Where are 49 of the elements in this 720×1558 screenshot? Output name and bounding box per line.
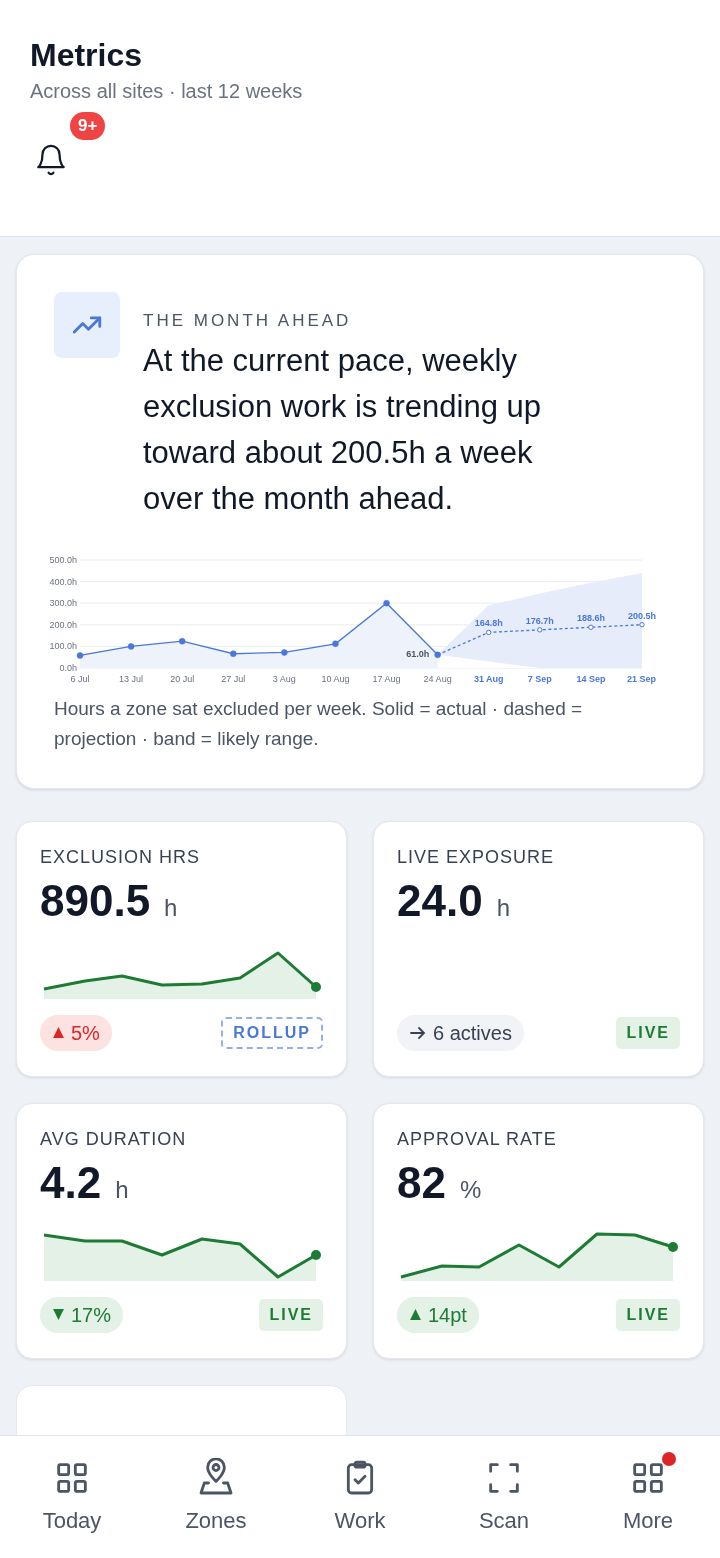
page-title: Metrics bbox=[30, 36, 143, 74]
axis-label: 7 Sep bbox=[527, 673, 552, 684]
axis-label: 13 Jul bbox=[119, 673, 144, 684]
forecast-headline: At the current pace, weekly exclusion work is trending up toward about 200.5h a week over the month ahead. bbox=[143, 341, 543, 518]
axis-label: 31 Aug bbox=[473, 673, 504, 684]
notification-badge: 9+ bbox=[70, 112, 106, 140]
axis-label: 21 Sep bbox=[626, 673, 656, 684]
metric-label: LIVE EXPOSURE bbox=[397, 845, 555, 868]
status-badge: ROLLUP bbox=[221, 1016, 323, 1049]
value-label: 200.5h bbox=[627, 610, 656, 621]
axis-label: 300.0h bbox=[49, 597, 77, 608]
axis-label: 500.0h bbox=[49, 554, 77, 565]
status-badge: LIVE bbox=[616, 1298, 680, 1331]
metric-label: EXCLUSION HRS bbox=[40, 845, 201, 868]
metric-value: 24.0 bbox=[397, 874, 483, 927]
metric-value: 890.5 bbox=[40, 874, 151, 927]
status-badge: LIVE bbox=[616, 1016, 680, 1049]
axis-label: 17 Aug bbox=[372, 673, 401, 684]
trend-value: 17% bbox=[71, 1302, 112, 1328]
card-eyebrow: THE MONTH AHEAD bbox=[143, 310, 352, 332]
metric-unit: h bbox=[496, 892, 510, 923]
axis-label: 400.0h bbox=[49, 576, 77, 587]
axis-label: 14 Sep bbox=[576, 673, 606, 684]
axis-label: 27 Jul bbox=[221, 673, 246, 684]
value-label: 61.0h bbox=[406, 648, 430, 659]
metric-value: 4.2 bbox=[40, 1156, 102, 1209]
metric-value: 82 bbox=[397, 1156, 446, 1209]
trend-value: 6 actives bbox=[433, 1020, 512, 1046]
page-subtitle: Across all sites · last 12 weeks bbox=[30, 79, 303, 104]
trend-value: 14pt bbox=[428, 1302, 467, 1328]
value-label: 188.6h bbox=[576, 612, 605, 623]
metric-label: APPROVAL RATE bbox=[397, 1127, 557, 1150]
metric-unit: % bbox=[459, 1174, 482, 1205]
axis-label: 6 Jul bbox=[70, 673, 90, 684]
metric-label: AVG DURATION bbox=[40, 1127, 187, 1150]
axis-label: 200.0h bbox=[49, 619, 77, 630]
axis-label: 3 Aug bbox=[272, 673, 296, 684]
value-label: 164.8h bbox=[474, 617, 503, 628]
axis-label: 100.0h bbox=[49, 640, 77, 651]
metric-unit: h bbox=[115, 1174, 129, 1205]
metric-unit: h bbox=[164, 892, 178, 923]
trend-value: 5% bbox=[71, 1020, 100, 1046]
axis-label: 0.0h bbox=[59, 662, 77, 673]
axis-label: 10 Aug bbox=[321, 673, 350, 684]
axis-label: 24 Aug bbox=[423, 673, 452, 684]
value-label: 176.7h bbox=[525, 615, 554, 626]
axis-label: 20 Jul bbox=[170, 673, 195, 684]
chart-caption: Hours a zone sat excluded per week. Solid = actual · dashed = projection · band = likely range. bbox=[54, 696, 584, 751]
status-badge: LIVE bbox=[259, 1298, 323, 1331]
